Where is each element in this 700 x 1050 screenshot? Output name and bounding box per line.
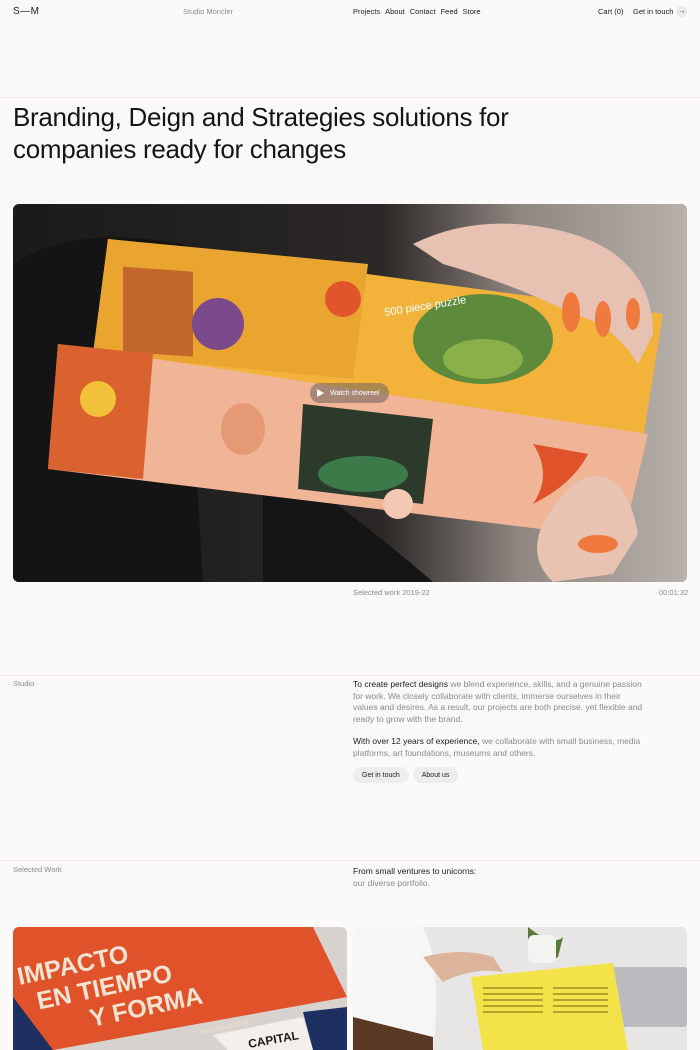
project-image — [353, 927, 687, 1050]
get-in-touch-label: Get in touch — [633, 7, 674, 16]
showreel-caption: Selected work 2019-22 — [353, 588, 430, 597]
studio-name: Studio Moncler — [183, 7, 234, 16]
divider — [0, 97, 700, 98]
paragraph-emphasis: With over 12 years of experience, — [353, 736, 480, 746]
nav-feed[interactable]: Feed — [441, 7, 458, 16]
divider — [0, 675, 700, 676]
section-label-selected-work: Selected Work — [13, 865, 62, 874]
project-card-yellow-magazine[interactable] — [353, 927, 687, 1050]
paragraph-emphasis: To create perfect designs — [353, 679, 448, 689]
project-image: IMPACTO EN TIEMPO Y FORMA CASTRO CAPITAL… — [13, 927, 347, 1050]
divider — [0, 860, 700, 861]
studio-actions: Get in touch About us — [353, 767, 459, 783]
logo[interactable]: S—M — [13, 6, 40, 17]
hero-title: Branding, Deign and Strategies solutions… — [13, 102, 509, 164]
cart-link[interactable]: Cart (0) — [598, 7, 623, 16]
showreel-video[interactable]: 500 piece puzzle Watch showreel — [13, 204, 687, 582]
selected-work-title-line-1: From small ventures to unicorns: — [353, 866, 477, 876]
section-label-studio: Studio — [13, 679, 35, 688]
studio-paragraph-1: To create perfect designs we blend exper… — [353, 679, 643, 726]
about-us-button[interactable]: About us — [412, 767, 459, 783]
showreel-timecode: 00:01:32 — [659, 588, 689, 597]
watch-showreel-button[interactable]: Watch showreel — [310, 383, 389, 403]
selected-work-title: From small ventures to unicorns: our div… — [353, 866, 476, 889]
get-in-touch-button[interactable]: Get in touch — [353, 767, 409, 783]
selected-work-title-line-2: our diverse portfolio. — [353, 877, 431, 888]
main-nav: Projects About Contact Feed Store — [353, 7, 481, 16]
nav-projects[interactable]: Projects — [353, 7, 380, 16]
watch-showreel-label: Watch showreel — [330, 389, 380, 397]
nav-store[interactable]: Store — [463, 7, 481, 16]
nav-about[interactable]: About — [385, 7, 405, 16]
play-icon — [317, 389, 324, 397]
project-card-castro-capital[interactable]: IMPACTO EN TIEMPO Y FORMA CASTRO CAPITAL… — [13, 927, 347, 1050]
header-get-in-touch-button[interactable]: Get in touch → — [633, 6, 688, 17]
studio-paragraph-2: With over 12 years of experience, we col… — [353, 736, 643, 759]
nav-contact[interactable]: Contact — [410, 7, 436, 16]
arrow-right-icon: → — [676, 6, 688, 17]
page: S—M Studio Moncler Projects About Contac… — [0, 0, 700, 1050]
